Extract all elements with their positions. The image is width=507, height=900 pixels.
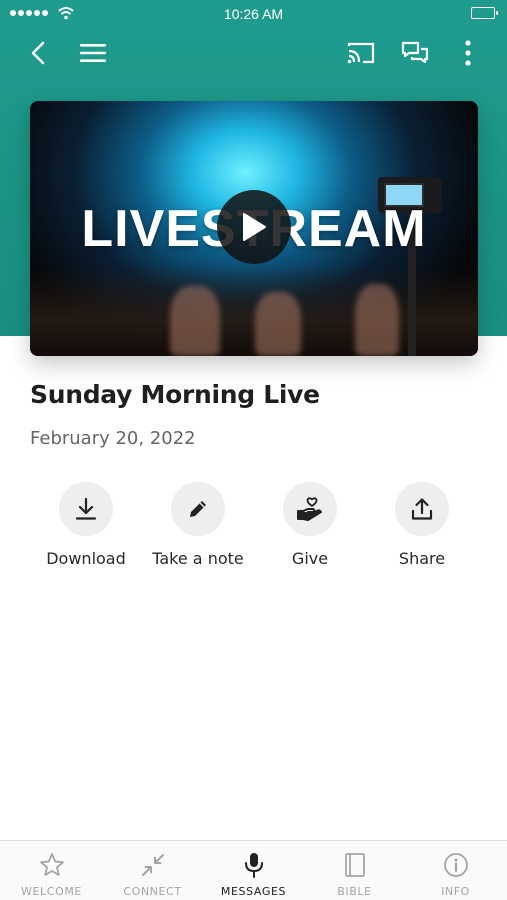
chevron-left-icon — [31, 41, 45, 65]
chat-button[interactable] — [398, 36, 432, 70]
message-title: Sunday Morning Live — [30, 380, 320, 409]
more-button[interactable] — [451, 36, 485, 70]
cast-icon — [347, 42, 375, 64]
tab-bible-label: BIBLE — [337, 885, 372, 898]
info-icon — [443, 853, 468, 877]
battery-icon — [471, 7, 498, 19]
tab-bible[interactable]: BIBLE — [304, 841, 405, 900]
share-action[interactable]: Share — [366, 482, 478, 568]
play-button[interactable] — [217, 190, 291, 264]
message-actions: Download Take a note Give Share — [0, 482, 507, 582]
share-label: Share — [398, 549, 446, 568]
book-icon — [344, 853, 365, 877]
arrows-icon — [141, 854, 164, 876]
back-button[interactable] — [21, 36, 55, 70]
star-icon — [39, 853, 64, 876]
share-icon — [411, 498, 433, 520]
tab-connect[interactable]: CONNECT — [102, 841, 203, 900]
tab-info[interactable]: INFO — [405, 841, 506, 900]
take-note-action[interactable]: Take a note — [142, 482, 254, 568]
tab-welcome[interactable]: WELCOME — [1, 841, 102, 900]
microphone-icon — [244, 853, 263, 878]
tab-connect-label: CONNECT — [123, 885, 182, 898]
video-player[interactable]: LIVESTREAM — [30, 101, 478, 356]
more-vertical-icon — [465, 40, 471, 66]
tab-bar: WELCOME CONNECT MESSAGES BIBLE INFO — [0, 840, 507, 900]
download-action[interactable]: Download — [30, 482, 142, 568]
tab-welcome-label: WELCOME — [21, 885, 82, 898]
status-bar: 10:26 AM — [0, 0, 507, 28]
heart-hand-icon — [297, 497, 322, 521]
tab-messages[interactable]: MESSAGES — [203, 841, 304, 900]
download-icon — [75, 497, 97, 520]
top-nav — [0, 30, 507, 76]
message-date: February 20, 2022 — [30, 428, 196, 449]
cast-button[interactable] — [344, 36, 378, 70]
play-icon — [243, 213, 266, 241]
tab-info-label: INFO — [441, 885, 470, 898]
take-note-label: Take a note — [152, 549, 244, 568]
menu-button[interactable] — [76, 36, 110, 70]
download-label: Download — [46, 549, 126, 568]
hamburger-icon — [80, 44, 106, 62]
chat-bubbles-icon — [401, 41, 429, 64]
pencil-icon — [190, 501, 206, 517]
tab-messages-label: MESSAGES — [220, 885, 287, 898]
give-label: Give — [291, 549, 329, 568]
give-action[interactable]: Give — [254, 482, 366, 568]
status-time: 10:26 AM — [223, 6, 284, 22]
